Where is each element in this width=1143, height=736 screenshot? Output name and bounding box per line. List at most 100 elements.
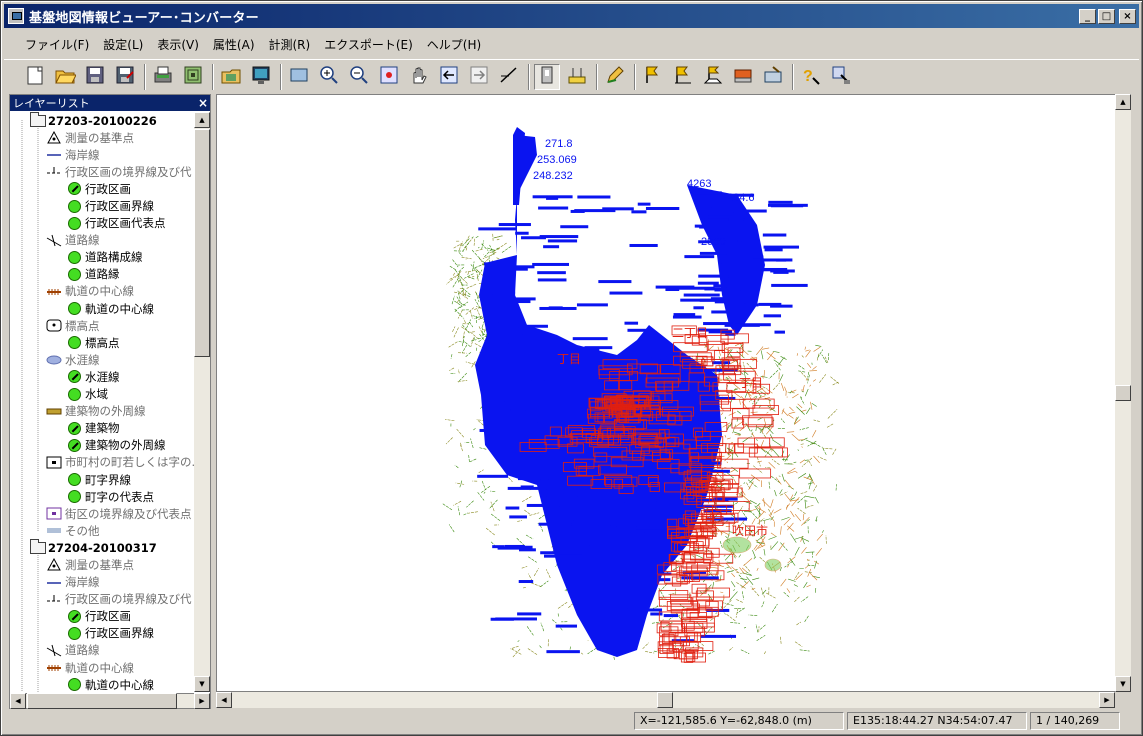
toolbar-display-button[interactable] [248, 64, 274, 90]
menu-settings[interactable]: 設定(L) [96, 34, 150, 55]
layer-item[interactable]: 水涯線 [10, 368, 194, 385]
toolbar-print-button[interactable] [150, 64, 176, 90]
layer-category[interactable]: 行政区画の境界線及び代 [10, 591, 194, 608]
layer-item[interactable]: 行政区画界線 [10, 197, 194, 214]
scroll-left-button[interactable]: ◀ [10, 693, 26, 709]
layer-category[interactable]: 軌道の中心線 [10, 659, 194, 676]
visibility-dot-icon[interactable] [68, 199, 81, 213]
toolbar-flag2-button[interactable] [670, 64, 696, 90]
toolbar-save-button[interactable] [82, 64, 108, 90]
menu-attributes[interactable]: 属性(A) [206, 34, 262, 55]
layer-item[interactable]: 水域 [10, 386, 194, 403]
layer-category[interactable]: 街区の境界線及び代表点 [10, 505, 194, 522]
map-scroll-left-button[interactable]: ◀ [216, 692, 232, 708]
layer-group[interactable]: 27204-20100317 [10, 539, 194, 556]
layer-category[interactable]: 行政区画の境界線及び代 [10, 163, 194, 180]
menu-help[interactable]: ヘルプ(H) [420, 34, 488, 55]
visibility-dot-icon[interactable] [68, 216, 81, 230]
toolbar-zoom-in-button[interactable] [316, 64, 342, 90]
layer-item[interactable]: 建築物 [10, 420, 194, 437]
toolbar-edit-button[interactable] [602, 64, 628, 90]
toolbar-layers-button[interactable] [180, 64, 206, 90]
scroll-up-button[interactable]: ▲ [194, 112, 210, 128]
layer-category[interactable]: 海岸線 [10, 146, 194, 163]
layer-category[interactable]: 軌道の中心線 [10, 283, 194, 300]
menu-file[interactable]: ファイル(F) [18, 34, 96, 55]
visibility-dot-icon[interactable] [68, 490, 81, 504]
map-canvas[interactable]: 271.8 253.069 248.232 4263 204.6 2960 二丁目丁目一丁目… [217, 95, 1116, 692]
layer-category[interactable]: 海岸線 [10, 574, 194, 591]
visibility-dot-icon[interactable] [68, 626, 81, 640]
layer-item[interactable]: 町字の代表点 [10, 488, 194, 505]
toolbar-new-button[interactable] [22, 64, 48, 90]
visibility-dot-icon[interactable] [68, 250, 81, 264]
layer-category[interactable]: 道路線 [10, 642, 194, 659]
scroll-down-button[interactable]: ▼ [194, 676, 210, 692]
toolbar-pan-button[interactable] [406, 64, 432, 90]
layer-item[interactable]: 道路縁 [10, 266, 194, 283]
map-vscroll[interactable]: ▲ ▼ [1115, 94, 1131, 692]
map-scroll-down-button[interactable]: ▼ [1115, 676, 1131, 692]
menu-measure[interactable]: 計測(R) [262, 34, 318, 55]
visibility-dot-icon[interactable] [68, 473, 81, 487]
map-vscroll-thumb[interactable] [1115, 385, 1131, 401]
visibility-dot-icon[interactable] [68, 336, 81, 350]
close-button[interactable]: × [1119, 8, 1136, 24]
layer-item[interactable]: 行政区画代表点 [10, 215, 194, 232]
minimize-button[interactable]: _ [1079, 8, 1096, 24]
layer-category[interactable]: 標高点 [10, 317, 194, 334]
layer-category[interactable]: 道路線 [10, 232, 194, 249]
layer-item[interactable]: 行政区画界線 [10, 625, 194, 642]
map-scroll-up-button[interactable]: ▲ [1115, 94, 1131, 110]
layer-item[interactable]: 建築物の外周線 [10, 437, 194, 454]
layer-item[interactable]: 行政区画 [10, 180, 194, 197]
toolbar-open-button[interactable] [52, 64, 78, 90]
visibility-dot-icon[interactable] [68, 182, 81, 196]
toolbar-flag1-button[interactable] [640, 64, 666, 90]
title-bar[interactable]: 基盤地図情報ビューアー･コンバーター _ □ × [4, 4, 1139, 28]
toolbar-select-button[interactable] [534, 63, 560, 90]
toolbar-forward-button[interactable] [466, 64, 492, 90]
menu-export[interactable]: エクスポート(E) [317, 34, 420, 55]
visibility-dot-icon[interactable] [68, 421, 81, 435]
layer-panel-hscroll[interactable]: ◀ ▶ [9, 693, 211, 709]
toolbar-attributes-button[interactable] [564, 64, 590, 90]
scroll-thumb[interactable] [194, 129, 210, 357]
layer-panel-close-button[interactable]: × [196, 96, 210, 110]
layer-category[interactable]: 水涯線 [10, 351, 194, 368]
toolbar-center-button[interactable] [376, 64, 402, 90]
hscroll-thumb[interactable] [27, 693, 177, 709]
toolbar-flag3-button[interactable] [700, 64, 726, 90]
toolbar-building-button[interactable] [730, 64, 756, 90]
visibility-dot-icon[interactable] [68, 609, 81, 623]
toolbar-save-as-button[interactable] [112, 64, 138, 90]
layer-group[interactable]: 27203-20100226 [10, 112, 194, 129]
layer-category[interactable]: その他 [10, 522, 194, 539]
layer-category[interactable]: 市町村の町若しくは字の... [10, 454, 194, 471]
toolbar-info-button[interactable] [828, 64, 854, 90]
toolbar-folder-map-button[interactable] [218, 64, 244, 90]
layer-category[interactable]: 建築物の外周線 [10, 403, 194, 420]
toolbar-full-extent-button[interactable] [286, 64, 312, 90]
layer-category[interactable]: 測量の基準点 [10, 129, 194, 146]
menu-view[interactable]: 表示(V) [150, 34, 206, 55]
toolbar-export-map-button[interactable] [760, 64, 786, 90]
toolbar-zoom-out-button[interactable] [346, 64, 372, 90]
map-hscroll-thumb[interactable] [657, 692, 673, 708]
map-hscroll[interactable]: ◀ ▶ [216, 692, 1115, 708]
visibility-dot-icon[interactable] [68, 387, 81, 401]
visibility-dot-icon[interactable] [68, 370, 81, 384]
layer-item[interactable]: 行政区画 [10, 608, 194, 625]
layer-panel-vscroll[interactable]: ▲ ▼ [194, 112, 210, 692]
layer-item[interactable]: 軌道の中心線 [10, 676, 194, 692]
layer-category[interactable]: 測量の基準点 [10, 556, 194, 573]
layer-item[interactable]: 町字界線 [10, 471, 194, 488]
map-scroll-right-button[interactable]: ▶ [1099, 692, 1115, 708]
toolbar-back-button[interactable] [436, 64, 462, 90]
layer-item[interactable]: 標高点 [10, 334, 194, 351]
layer-item[interactable]: 軌道の中心線 [10, 300, 194, 317]
visibility-dot-icon[interactable] [68, 302, 81, 316]
toolbar-help-button[interactable]: ? [798, 64, 824, 90]
scroll-right-button[interactable]: ▶ [194, 693, 210, 709]
map-view[interactable]: 271.8 253.069 248.232 4263 204.6 2960 二丁目 丁目 一丁目… [216, 94, 1116, 692]
